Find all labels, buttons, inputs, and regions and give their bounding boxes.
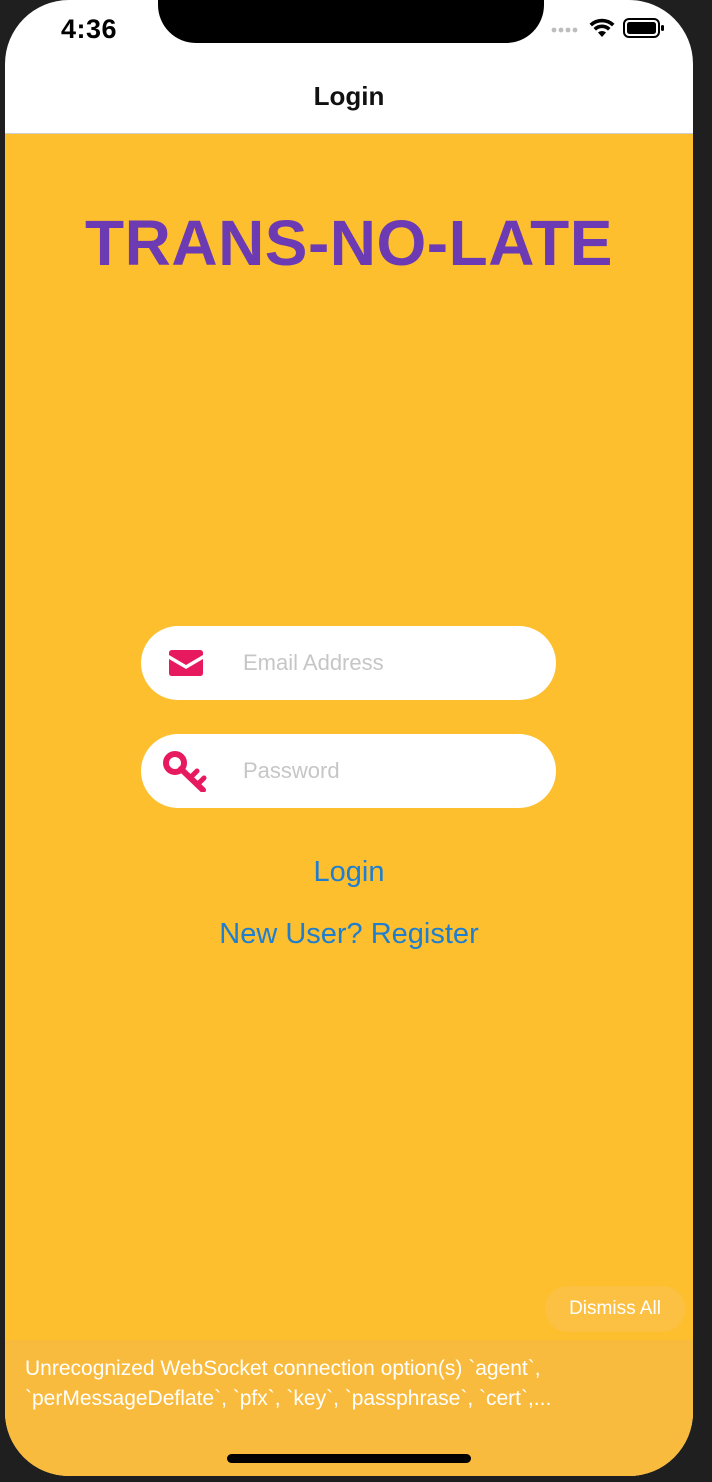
envelope-icon [163, 640, 209, 686]
email-input[interactable] [243, 626, 533, 700]
navigation-bar: Login [5, 60, 693, 134]
status-time: 4:36 [61, 14, 118, 44]
wifi-icon [589, 18, 615, 37]
login-screen: TRANS-NO-LATE Login New [5, 134, 693, 1476]
toast-message: Unrecognized WebSocket connection option… [25, 1357, 552, 1410]
email-field[interactable] [141, 626, 556, 700]
status-icons [551, 18, 665, 38]
cellular-signal-icon [551, 27, 578, 33]
password-input[interactable] [243, 734, 533, 808]
home-indicator[interactable] [227, 1454, 471, 1463]
app-title: TRANS-NO-LATE [85, 207, 613, 279]
device-notch [158, 0, 544, 43]
register-link[interactable]: New User? Register [5, 918, 693, 951]
nav-title: Login [313, 81, 385, 111]
password-field[interactable] [141, 734, 556, 808]
battery-icon [623, 18, 664, 38]
phone-screen: 4:36 Login TRANS-NO-LATE Email Address L… [5, 0, 693, 1476]
dismiss-all-button[interactable]: Dismiss All [545, 1286, 685, 1332]
login-button[interactable]: Login [5, 856, 693, 889]
key-icon [163, 748, 209, 794]
